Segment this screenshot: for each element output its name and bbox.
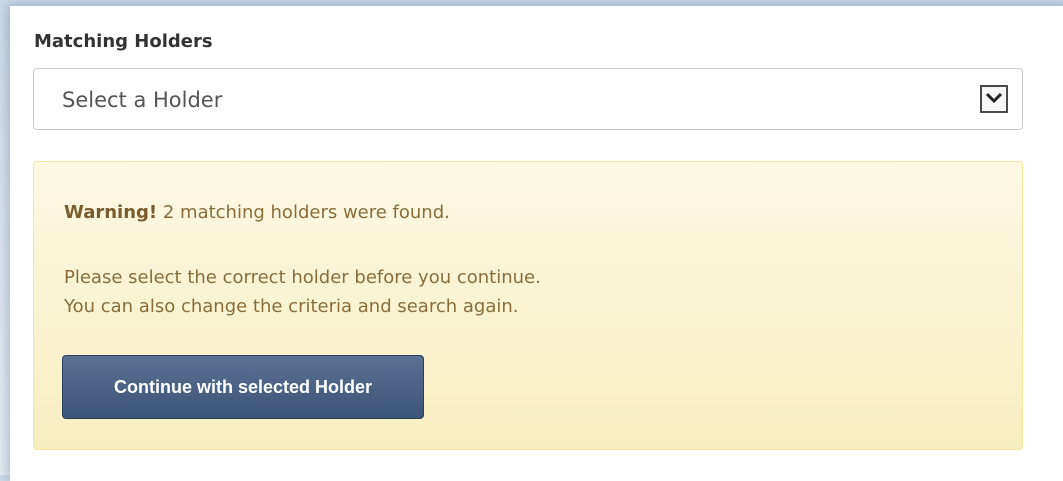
instruction-line-2: You can also change the criteria and sea… [64, 296, 519, 317]
warning-strong: Warning! [64, 202, 158, 223]
warning-text: 2 matching holders were found. [157, 202, 450, 223]
holder-select[interactable]: Select a Holder [33, 68, 1023, 130]
holder-select-value: Select a Holder [62, 88, 223, 112]
chevron-down-icon [985, 92, 1003, 104]
warning-alert: Warning! 2 matching holders were found. … [33, 161, 1023, 450]
dropdown-button[interactable] [980, 85, 1008, 113]
warning-message: Warning! 2 matching holders were found. [64, 202, 450, 223]
matching-holders-panel: Matching Holders Select a Holder Warning… [10, 6, 1063, 481]
matching-holders-label: Matching Holders [34, 31, 213, 52]
continue-button[interactable]: Continue with selected Holder [62, 355, 424, 419]
instruction-line-1: Please select the correct holder before … [64, 267, 541, 288]
